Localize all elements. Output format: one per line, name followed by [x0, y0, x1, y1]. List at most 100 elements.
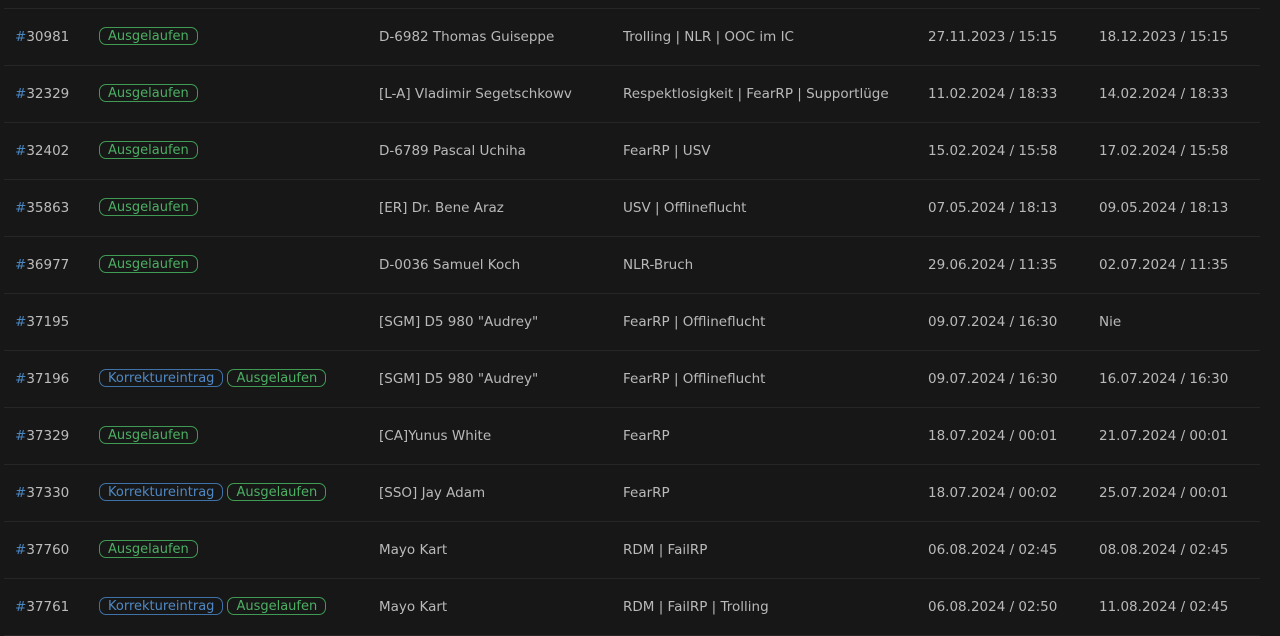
- entry-id-link[interactable]: #32329: [15, 66, 69, 122]
- player-name: [L-A] Vladimir Segetschkowv: [379, 86, 572, 102]
- id-hash: #: [15, 485, 27, 501]
- reason: Trolling | NLR | OOC im IC: [623, 29, 794, 45]
- end-date: 02.07.2024 / 11:35: [1099, 257, 1229, 273]
- table-row: #37195 Korrektureintrag Ausgelaufen [SGM…: [4, 294, 1260, 351]
- id-hash: #: [15, 371, 27, 387]
- player-name: D-0036 Samuel Koch: [379, 257, 521, 273]
- start-date: 09.07.2024 / 16:30: [928, 314, 1058, 330]
- reason: FearRP | Offlineflucht: [623, 371, 766, 387]
- status-badges: Korrektureintrag Ausgelaufen: [99, 141, 198, 161]
- status-badges: Korrektureintrag Ausgelaufen: [99, 540, 198, 560]
- expired-badge: Ausgelaufen: [99, 27, 198, 45]
- start-date: 27.11.2023 / 15:15: [928, 29, 1058, 45]
- end-date: Nie: [1099, 314, 1122, 330]
- entry-id-link[interactable]: #32402: [15, 123, 69, 179]
- end-date: 18.12.2023 / 15:15: [1099, 29, 1229, 45]
- entry-id: 30981: [26, 29, 70, 45]
- entry-id-link[interactable]: #37195: [15, 294, 69, 350]
- id-hash: #: [15, 86, 27, 102]
- start-date: 11.02.2024 / 18:33: [928, 86, 1058, 102]
- entry-id: 35863: [26, 200, 70, 216]
- expired-badge: Ausgelaufen: [227, 369, 327, 387]
- reason: NLR-Bruch: [623, 257, 694, 273]
- expired-badge: Ausgelaufen: [99, 255, 198, 273]
- end-date: 25.07.2024 / 00:01: [1099, 485, 1229, 501]
- entry-id-link[interactable]: #36977: [15, 237, 69, 293]
- end-date: 11.08.2024 / 02:45: [1099, 599, 1229, 615]
- table-row: #37196 Korrektureintrag Ausgelaufen [SGM…: [4, 351, 1260, 408]
- start-date: 06.08.2024 / 02:45: [928, 542, 1058, 558]
- id-hash: #: [15, 314, 27, 330]
- end-date: 08.08.2024 / 02:45: [1099, 542, 1229, 558]
- reason: FearRP | Offlineflucht: [623, 314, 766, 330]
- status-badges: Korrektureintrag Ausgelaufen: [99, 483, 327, 503]
- player-name: [CA]Yunus White: [379, 428, 492, 444]
- entry-id-link[interactable]: #37196: [15, 351, 69, 407]
- table-row: #37329 Korrektureintrag Ausgelaufen [CA]…: [4, 408, 1260, 465]
- id-hash: #: [15, 428, 27, 444]
- expired-badge: Ausgelaufen: [99, 141, 198, 159]
- end-date: 21.07.2024 / 00:01: [1099, 428, 1229, 444]
- status-badges: Korrektureintrag Ausgelaufen: [99, 198, 198, 218]
- table-row: #30981 Korrektureintrag Ausgelaufen D-69…: [4, 9, 1260, 66]
- start-date: 07.05.2024 / 18:13: [928, 200, 1058, 216]
- reason: RDM | FailRP: [623, 542, 708, 558]
- table-row: #35863 Korrektureintrag Ausgelaufen [ER]…: [4, 180, 1260, 237]
- start-date: 15.02.2024 / 15:58: [928, 143, 1058, 159]
- end-date: 09.05.2024 / 18:13: [1099, 200, 1229, 216]
- correction-badge: Korrektureintrag: [99, 597, 224, 615]
- entry-id-link[interactable]: #37761: [15, 579, 69, 635]
- entry-id: 37761: [26, 599, 70, 615]
- status-badges: Korrektureintrag Ausgelaufen: [99, 255, 198, 275]
- reason: FearRP: [623, 485, 670, 501]
- player-name: Mayo Kart: [379, 542, 448, 558]
- player-name: [SGM] D5 980 "Audrey": [379, 314, 539, 330]
- start-date: 18.07.2024 / 00:02: [928, 485, 1058, 501]
- entry-id: 32402: [26, 143, 70, 159]
- table-row: #36977 Korrektureintrag Ausgelaufen D-00…: [4, 237, 1260, 294]
- entry-id-link[interactable]: #30981: [15, 9, 69, 65]
- table-row: #37761 Korrektureintrag Ausgelaufen Mayo…: [4, 579, 1260, 636]
- entry-id-link[interactable]: #37329: [15, 408, 69, 464]
- entry-id: 37196: [26, 371, 70, 387]
- status-badges: Korrektureintrag Ausgelaufen: [99, 84, 198, 104]
- expired-badge: Ausgelaufen: [99, 426, 198, 444]
- start-date: 06.08.2024 / 02:50: [928, 599, 1058, 615]
- player-name: [SSO] Jay Adam: [379, 485, 486, 501]
- id-hash: #: [15, 200, 27, 216]
- id-hash: #: [15, 599, 27, 615]
- end-date: 16.07.2024 / 16:30: [1099, 371, 1229, 387]
- start-date: 09.07.2024 / 16:30: [928, 371, 1058, 387]
- reason: FearRP | USV: [623, 143, 711, 159]
- player-name: D-6982 Thomas Guiseppe: [379, 29, 555, 45]
- table-row: #32402 Korrektureintrag Ausgelaufen D-67…: [4, 123, 1260, 180]
- entry-id: 37329: [26, 428, 70, 444]
- reason: FearRP: [623, 428, 670, 444]
- player-name: Mayo Kart: [379, 599, 448, 615]
- player-name: [SGM] D5 980 "Audrey": [379, 371, 539, 387]
- entry-id: 37760: [26, 542, 70, 558]
- id-hash: #: [15, 29, 27, 45]
- correction-badge: Korrektureintrag: [99, 369, 224, 387]
- status-badges: Korrektureintrag Ausgelaufen: [99, 369, 327, 389]
- entry-id-link[interactable]: #35863: [15, 180, 69, 236]
- status-badges: Korrektureintrag Ausgelaufen: [99, 426, 198, 446]
- id-hash: #: [15, 257, 27, 273]
- reason: RDM | FailRP | Trolling: [623, 599, 769, 615]
- entry-id: 36977: [26, 257, 70, 273]
- player-name: D-6789 Pascal Uchiha: [379, 143, 526, 159]
- start-date: 18.07.2024 / 00:01: [928, 428, 1058, 444]
- entry-id: 32329: [26, 86, 70, 102]
- entry-id: 37195: [26, 314, 70, 330]
- expired-badge: Ausgelaufen: [227, 597, 327, 615]
- table-row: #37760 Korrektureintrag Ausgelaufen Mayo…: [4, 522, 1260, 579]
- status-badges: Korrektureintrag Ausgelaufen: [99, 597, 327, 617]
- end-date: 17.02.2024 / 15:58: [1099, 143, 1229, 159]
- expired-badge: Ausgelaufen: [99, 540, 198, 558]
- entry-id-link[interactable]: #37760: [15, 522, 69, 578]
- status-badges: Korrektureintrag Ausgelaufen: [99, 27, 198, 47]
- entry-id-link[interactable]: #37330: [15, 465, 69, 521]
- reason: Respektlosigkeit | FearRP | Supportlüge: [623, 86, 889, 102]
- start-date: 29.06.2024 / 11:35: [928, 257, 1058, 273]
- id-hash: #: [15, 143, 27, 159]
